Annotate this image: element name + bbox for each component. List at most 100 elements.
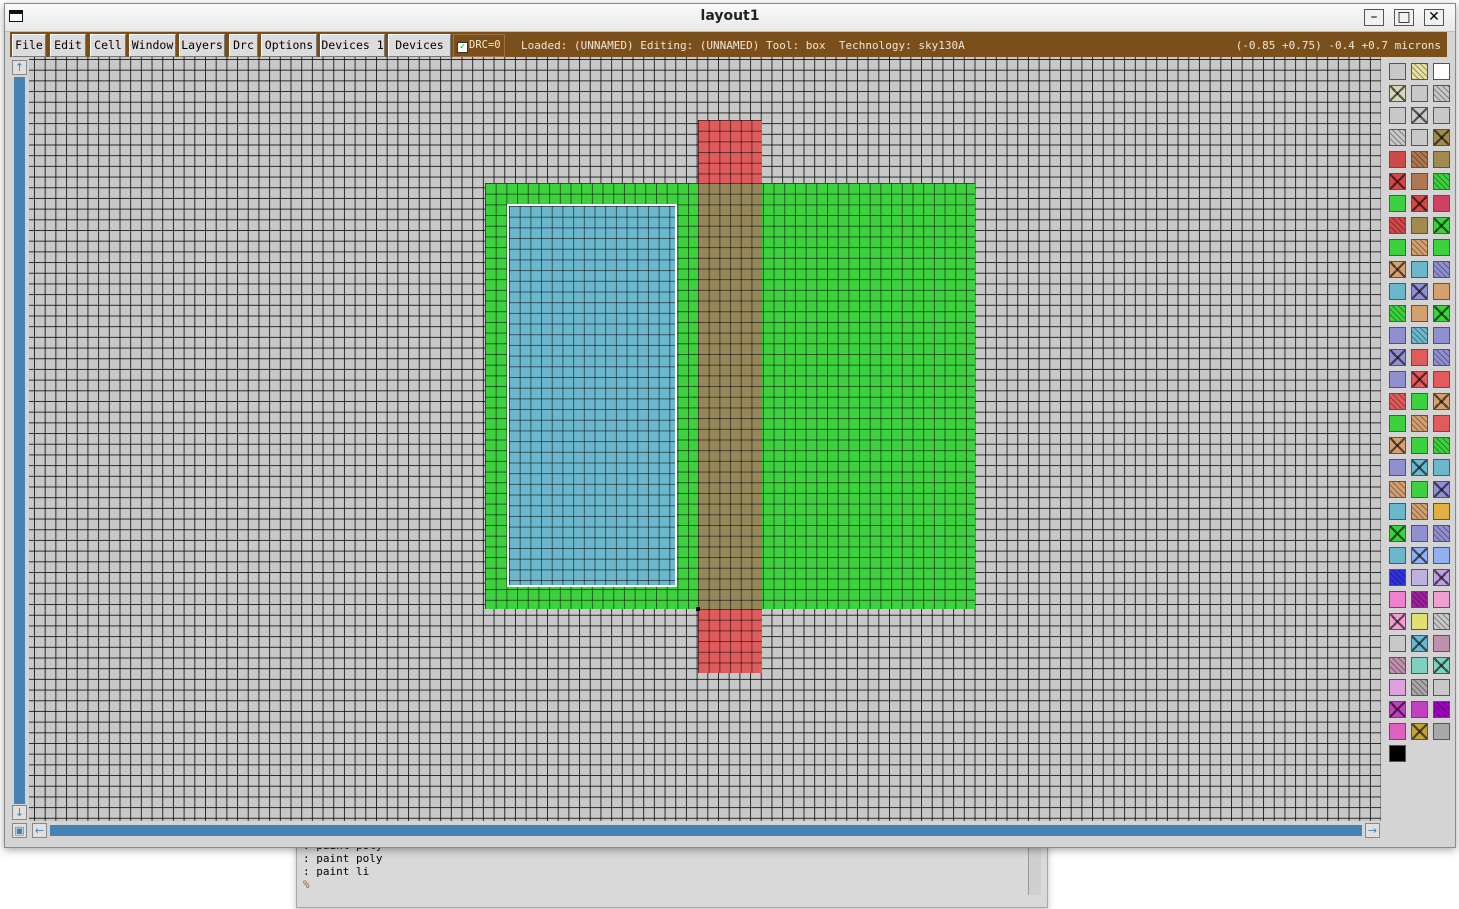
- layer-swatch[interactable]: [1411, 613, 1428, 630]
- layer-swatch[interactable]: [1389, 261, 1406, 278]
- layer-swatch[interactable]: [1389, 591, 1406, 608]
- horizontal-scrollbar[interactable]: ▣ ← →: [10, 822, 1382, 840]
- layer-swatch[interactable]: [1389, 481, 1406, 498]
- layer-swatch[interactable]: [1389, 437, 1406, 454]
- layer-swatch[interactable]: [1433, 459, 1450, 476]
- layer-swatch[interactable]: [1389, 635, 1406, 652]
- scroll-down-button[interactable]: ↓: [12, 805, 27, 820]
- maximize-button[interactable]: □: [1394, 9, 1414, 26]
- layer-swatch[interactable]: [1389, 415, 1406, 432]
- scroll-up-button[interactable]: ↑: [12, 60, 27, 75]
- scroll-left-button[interactable]: ←: [32, 823, 47, 838]
- layer-swatch[interactable]: [1389, 679, 1406, 696]
- layer-swatch[interactable]: [1411, 151, 1428, 168]
- layer-swatch[interactable]: [1411, 591, 1428, 608]
- layer-swatch[interactable]: [1433, 569, 1450, 586]
- layer-swatch[interactable]: [1433, 217, 1450, 234]
- layer-swatch[interactable]: [1389, 657, 1406, 674]
- layer-swatch[interactable]: [1411, 437, 1428, 454]
- drc-toggle[interactable]: ✓ DRC=0: [453, 34, 505, 57]
- poly-top-extension[interactable]: [698, 120, 762, 184]
- layer-swatch[interactable]: [1411, 85, 1428, 102]
- close-button[interactable]: ✕: [1424, 9, 1444, 26]
- layer-swatch[interactable]: [1411, 173, 1428, 190]
- menu-cell[interactable]: Cell: [90, 34, 126, 57]
- layer-swatch[interactable]: [1389, 151, 1406, 168]
- menu-file[interactable]: File: [12, 34, 46, 57]
- layer-swatch[interactable]: [1433, 679, 1450, 696]
- li-box-selection[interactable]: [507, 204, 677, 587]
- layer-swatch[interactable]: [1411, 657, 1428, 674]
- layer-swatch[interactable]: [1411, 415, 1428, 432]
- layer-swatch[interactable]: [1433, 107, 1450, 124]
- layer-swatch[interactable]: [1411, 393, 1428, 410]
- transistor-gate[interactable]: [698, 183, 762, 609]
- layer-swatch[interactable]: [1433, 525, 1450, 542]
- layer-swatch[interactable]: [1433, 437, 1450, 454]
- layer-swatch[interactable]: [1411, 371, 1428, 388]
- layer-swatch[interactable]: [1389, 701, 1406, 718]
- layer-swatch[interactable]: [1389, 283, 1406, 300]
- poly-bottom-extension[interactable]: [698, 609, 762, 673]
- layer-swatch[interactable]: [1433, 635, 1450, 652]
- layer-swatch[interactable]: [1433, 591, 1450, 608]
- layer-swatch[interactable]: [1389, 393, 1406, 410]
- layer-swatch[interactable]: [1433, 503, 1450, 520]
- layer-swatch[interactable]: [1411, 525, 1428, 542]
- layer-swatch[interactable]: [1411, 129, 1428, 146]
- menu-layers[interactable]: Layers: [179, 34, 225, 57]
- console-prompt[interactable]: %: [303, 878, 382, 891]
- layer-swatch[interactable]: [1411, 217, 1428, 234]
- layer-swatch[interactable]: [1389, 613, 1406, 630]
- layer-swatch[interactable]: [1389, 195, 1406, 212]
- layer-swatch[interactable]: [1433, 63, 1450, 80]
- layer-swatch[interactable]: [1411, 305, 1428, 322]
- layer-swatch[interactable]: [1389, 129, 1406, 146]
- layer-swatch[interactable]: [1433, 85, 1450, 102]
- layer-swatch[interactable]: [1411, 327, 1428, 344]
- layout-canvas[interactable]: [29, 57, 1381, 821]
- layer-swatch[interactable]: [1411, 679, 1428, 696]
- layer-swatch[interactable]: [1411, 283, 1428, 300]
- menu-window[interactable]: Window: [129, 34, 176, 57]
- layer-swatch[interactable]: [1433, 701, 1450, 718]
- layer-swatch[interactable]: [1411, 239, 1428, 256]
- layer-swatch[interactable]: [1411, 459, 1428, 476]
- layer-swatch[interactable]: [1411, 635, 1428, 652]
- vertical-scroll-thumb[interactable]: [14, 77, 25, 804]
- layer-swatch[interactable]: [1433, 305, 1450, 322]
- layer-swatch[interactable]: [1389, 723, 1406, 740]
- layer-swatch[interactable]: [1433, 481, 1450, 498]
- layer-swatch[interactable]: [1433, 195, 1450, 212]
- layer-swatch[interactable]: [1433, 327, 1450, 344]
- layer-swatch[interactable]: [1411, 569, 1428, 586]
- layer-swatch[interactable]: [1411, 107, 1428, 124]
- layer-swatch[interactable]: [1433, 547, 1450, 564]
- layer-swatch[interactable]: [1433, 723, 1450, 740]
- layer-swatch[interactable]: [1389, 305, 1406, 322]
- layer-swatch[interactable]: [1411, 63, 1428, 80]
- layer-swatch[interactable]: [1433, 261, 1450, 278]
- layer-swatch[interactable]: [1411, 701, 1428, 718]
- title-bar[interactable]: layout1 – □ ✕: [5, 4, 1455, 32]
- menu-edit[interactable]: Edit: [50, 34, 86, 57]
- layer-swatch[interactable]: [1389, 503, 1406, 520]
- vertical-scrollbar[interactable]: ↑ ↓: [10, 58, 28, 822]
- layer-swatch[interactable]: [1389, 85, 1406, 102]
- layer-swatch[interactable]: [1411, 503, 1428, 520]
- layer-swatch[interactable]: [1411, 723, 1428, 740]
- layer-swatch[interactable]: [1411, 195, 1428, 212]
- layer-swatch[interactable]: [1389, 459, 1406, 476]
- layer-swatch[interactable]: [1389, 173, 1406, 190]
- layer-swatch[interactable]: [1433, 657, 1450, 674]
- scroll-right-button[interactable]: →: [1365, 823, 1380, 838]
- layer-swatch[interactable]: [1433, 415, 1450, 432]
- layer-swatch[interactable]: [1433, 613, 1450, 630]
- layer-swatch[interactable]: [1389, 217, 1406, 234]
- layer-swatch[interactable]: [1411, 547, 1428, 564]
- menu-devices-1[interactable]: Devices 1: [320, 34, 385, 57]
- layer-swatch[interactable]: [1433, 371, 1450, 388]
- layer-swatch[interactable]: [1389, 547, 1406, 564]
- menu-options[interactable]: Options: [261, 34, 317, 57]
- layer-swatch[interactable]: [1389, 63, 1406, 80]
